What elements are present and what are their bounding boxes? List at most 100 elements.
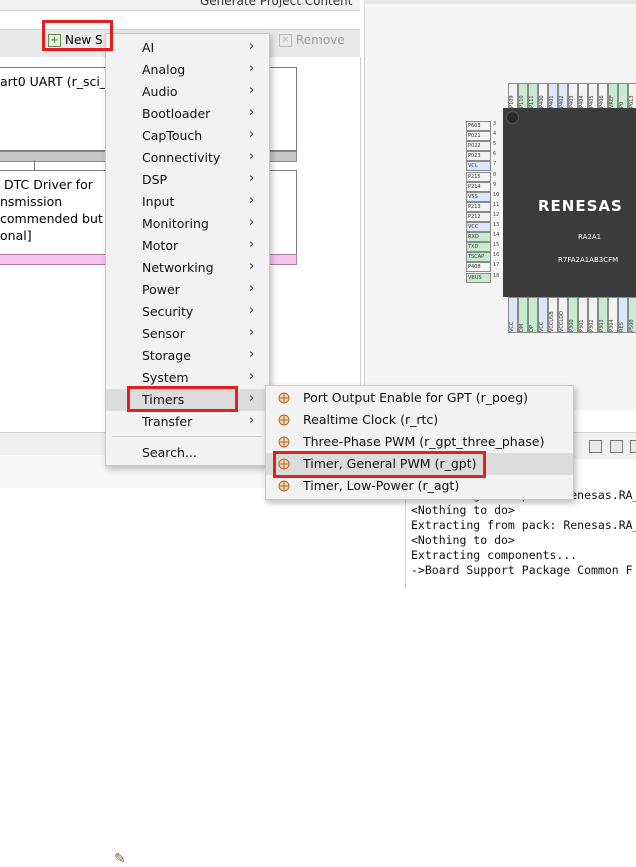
submenu-item-label: Port Output Enable for GPT (r_poeg) <box>303 390 529 405</box>
menu-item-label: Sensor <box>142 326 185 341</box>
chip-pin-top[interactable]: P109 <box>508 83 518 109</box>
chip-pin-bottom[interactable]: P300 <box>568 297 578 333</box>
chip-pin-bottom[interactable]: P302 <box>588 297 598 333</box>
chip-pin-top[interactable]: VREF <box>608 83 618 109</box>
chip-pin-number: 11 <box>493 201 500 208</box>
menu-item-system[interactable]: System › <box>106 367 269 389</box>
submenu-item-gpt[interactable]: Timer, General PWM (r_gpt) <box>266 453 573 475</box>
submenu-item-agt[interactable]: Timer, Low-Power (r_agt) <box>266 475 573 497</box>
menu-separator <box>112 436 262 437</box>
chip-pin-number: 13 <box>493 222 500 228</box>
menu-item-captouch[interactable]: CapTouch › <box>106 125 269 147</box>
submenu-arrow-icon: › <box>249 149 255 164</box>
console-action-icon[interactable] <box>610 440 623 453</box>
chip-pin-left[interactable]: TXD <box>466 242 491 253</box>
chip-pin-number: 5 <box>493 141 497 148</box>
chip-pin-left[interactable]: VSS <box>466 191 491 202</box>
chip-pin-left[interactable]: P213 <box>466 201 491 212</box>
chip-pin-bottom[interactable]: P301 <box>578 297 588 333</box>
menu-item-ai[interactable]: AI › <box>106 37 269 59</box>
chip-pin-left[interactable]: VBUS <box>466 272 491 283</box>
chip-pin-left[interactable]: P408 <box>466 262 491 273</box>
chip-pin-top[interactable]: P406 <box>598 83 608 109</box>
chip-pin-top[interactable]: P401 <box>548 83 558 109</box>
chip-pin-bottom[interactable]: P500 <box>628 297 636 333</box>
chip-pin-left[interactable]: P215 <box>466 171 491 182</box>
menu-item-audio[interactable]: Audio › <box>106 81 269 103</box>
chip-pin-left[interactable]: P214 <box>466 181 491 192</box>
renesas-logo: RENESAS <box>538 197 623 215</box>
chip-pin-number: 12 <box>493 211 500 218</box>
dtc-block-text: DTC Driver for nsmission commended but o… <box>0 176 103 244</box>
chip-pin-bottom[interactable]: VCCUSB <box>548 297 558 333</box>
submenu-arrow-icon: › <box>249 347 255 362</box>
chip-pin-left[interactable]: P022 <box>466 141 491 152</box>
chip-pin-bottom[interactable]: P303 <box>598 297 608 333</box>
chip-pin-bottom[interactable]: DM <box>518 297 528 333</box>
chip-pin-bottom[interactable]: VCC <box>508 297 518 333</box>
timers-submenu: Port Output Enable for GPT (r_poeg) Real… <box>265 385 574 500</box>
menu-item-label: Bootloader <box>142 106 211 121</box>
remove-button[interactable]: × Remove <box>279 33 345 47</box>
chip-pin-left[interactable]: P603 <box>466 121 491 131</box>
menu-item-dsp[interactable]: DSP › <box>106 169 269 191</box>
menu-item-storage[interactable]: Storage › <box>106 345 269 367</box>
chip-pin-top[interactable]: P405 <box>588 83 598 109</box>
chip-pin-left[interactable]: P212 <box>466 211 491 222</box>
chip-pin-bottom[interactable]: VCCLDO <box>558 297 568 333</box>
chip-pin-left[interactable]: P023 <box>466 151 491 162</box>
menu-item-bootloader[interactable]: Bootloader › <box>106 103 269 125</box>
submenu-arrow-icon: › <box>249 303 255 318</box>
submenu-item-poeg[interactable]: Port Output Enable for GPT (r_poeg) <box>266 387 573 409</box>
chip-pin-top[interactable]: P404 <box>578 83 588 109</box>
remove-icon: × <box>279 34 292 47</box>
chip-pin-left[interactable]: VCC <box>466 222 491 232</box>
pin1-marker <box>506 111 519 124</box>
chip-pin-top[interactable]: P111 <box>528 83 538 109</box>
submenu-item-rtc[interactable]: Realtime Clock (r_rtc) <box>266 409 573 431</box>
submenu-item-label: Timer, General PWM (r_gpt) <box>303 456 477 471</box>
menu-item-input[interactable]: Input › <box>106 191 269 213</box>
menu-item-search[interactable]: ✎ Search... <box>106 442 269 867</box>
menu-item-security[interactable]: Security › <box>106 301 269 323</box>
chip-pin-bottom[interactable]: P304 <box>608 297 618 333</box>
submenu-arrow-icon: › <box>249 369 255 384</box>
submenu-item-gpt-three-phase[interactable]: Three-Phase PWM (r_gpt_three_phase) <box>266 431 573 453</box>
new-stack-button[interactable]: + New S <box>48 33 103 53</box>
new-stack-label: New S <box>65 33 103 47</box>
menu-item-monitoring[interactable]: Monitoring › <box>106 213 269 235</box>
menu-item-networking[interactable]: Networking › <box>106 257 269 279</box>
menu-item-label: Audio <box>142 84 178 99</box>
menu-item-sensor[interactable]: Sensor › <box>106 323 269 345</box>
console-action-icon[interactable] <box>630 440 636 453</box>
submenu-arrow-icon: › <box>249 281 255 296</box>
chip-pin-number: 3 <box>493 121 497 127</box>
generate-project-content-link[interactable]: Generate Project Content <box>200 0 352 8</box>
menu-item-motor[interactable]: Motor › <box>106 235 269 257</box>
chip-pin-top[interactable]: P400 <box>538 83 548 109</box>
menu-item-label: System <box>142 370 189 385</box>
menu-item-label: Search... <box>142 445 197 460</box>
chip-pin-bottom[interactable]: VCC <box>538 297 548 333</box>
chip-pin-top[interactable]: P110 <box>518 83 528 109</box>
menu-item-power[interactable]: Power › <box>106 279 269 301</box>
chip-pin-left[interactable]: P021 <box>466 131 491 142</box>
console-action-icon[interactable] <box>589 440 602 453</box>
menu-item-analog[interactable]: Analog › <box>106 59 269 81</box>
chip-pin-left[interactable]: TSCAP <box>466 252 491 263</box>
menu-item-transfer[interactable]: Transfer › <box>106 411 269 433</box>
chip-pin-left[interactable]: VCL <box>466 161 491 172</box>
dtc-line: commended but <box>0 211 103 226</box>
menu-item-timers[interactable]: Timers › <box>106 389 269 411</box>
chip-pin-left[interactable]: RXD <box>466 232 491 243</box>
chip-pin-top[interactable]: P013 <box>628 83 636 109</box>
chip-pin-top[interactable]: P402 <box>558 83 568 109</box>
chip-pin-number: 16 <box>493 252 500 259</box>
component-icon <box>278 480 290 492</box>
menu-item-label: Monitoring <box>142 216 209 231</box>
chip-pin-top[interactable]: P0 <box>618 83 628 109</box>
chip-pin-top[interactable]: P403 <box>568 83 578 109</box>
chip-pin-bottom[interactable]: DP <box>528 297 538 333</box>
menu-item-connectivity[interactable]: Connectivity › <box>106 147 269 169</box>
chip-pin-bottom[interactable]: RES <box>618 297 628 333</box>
